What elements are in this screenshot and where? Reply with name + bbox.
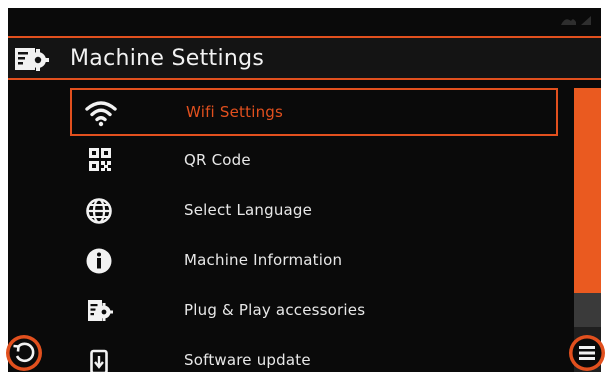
wifi-icon xyxy=(85,101,117,127)
menu-item-machine-information[interactable]: Machine Information xyxy=(70,238,558,286)
menu-item-label: QR Code xyxy=(184,151,251,169)
menu-icon[interactable] xyxy=(568,334,606,372)
status-bar xyxy=(8,8,601,34)
menu-item-select-language[interactable]: Select Language xyxy=(70,188,558,236)
settings-menu: Wifi Settings QR Code Select Language Ma… xyxy=(70,88,560,372)
back-icon[interactable] xyxy=(5,334,43,372)
menu-item-label: Machine Information xyxy=(184,251,343,269)
menu-item-label: Select Language xyxy=(184,201,313,219)
menu-item-plug-and-play-accessories[interactable]: Plug & Play accessories xyxy=(70,288,558,336)
menu-item-label: Plug & Play accessories xyxy=(184,301,366,319)
status-icons xyxy=(561,16,591,25)
menu-item-label: Wifi Settings xyxy=(186,103,284,121)
machine-settings-screen: Machine Settings Wifi Settings QR Code S… xyxy=(8,8,601,372)
menu-item-label: Software update xyxy=(184,351,311,369)
header-bar: Machine Settings xyxy=(8,36,601,80)
menu-item-software-update[interactable]: Software update xyxy=(70,338,558,372)
accessories-icon xyxy=(88,300,113,321)
scrollbar-track xyxy=(574,293,601,327)
menu-item-qr-code[interactable]: QR Code xyxy=(70,138,558,186)
scrollbar-thumb[interactable] xyxy=(574,88,601,293)
globe-icon xyxy=(86,198,112,224)
info-icon xyxy=(86,248,112,274)
qr-code-icon xyxy=(89,148,111,171)
page-title: Machine Settings xyxy=(70,46,265,71)
menu-item-wifi-settings[interactable]: Wifi Settings xyxy=(70,88,558,136)
scrollbar[interactable] xyxy=(574,88,601,372)
software-update-icon xyxy=(90,349,108,372)
machine-settings-icon xyxy=(15,48,49,71)
